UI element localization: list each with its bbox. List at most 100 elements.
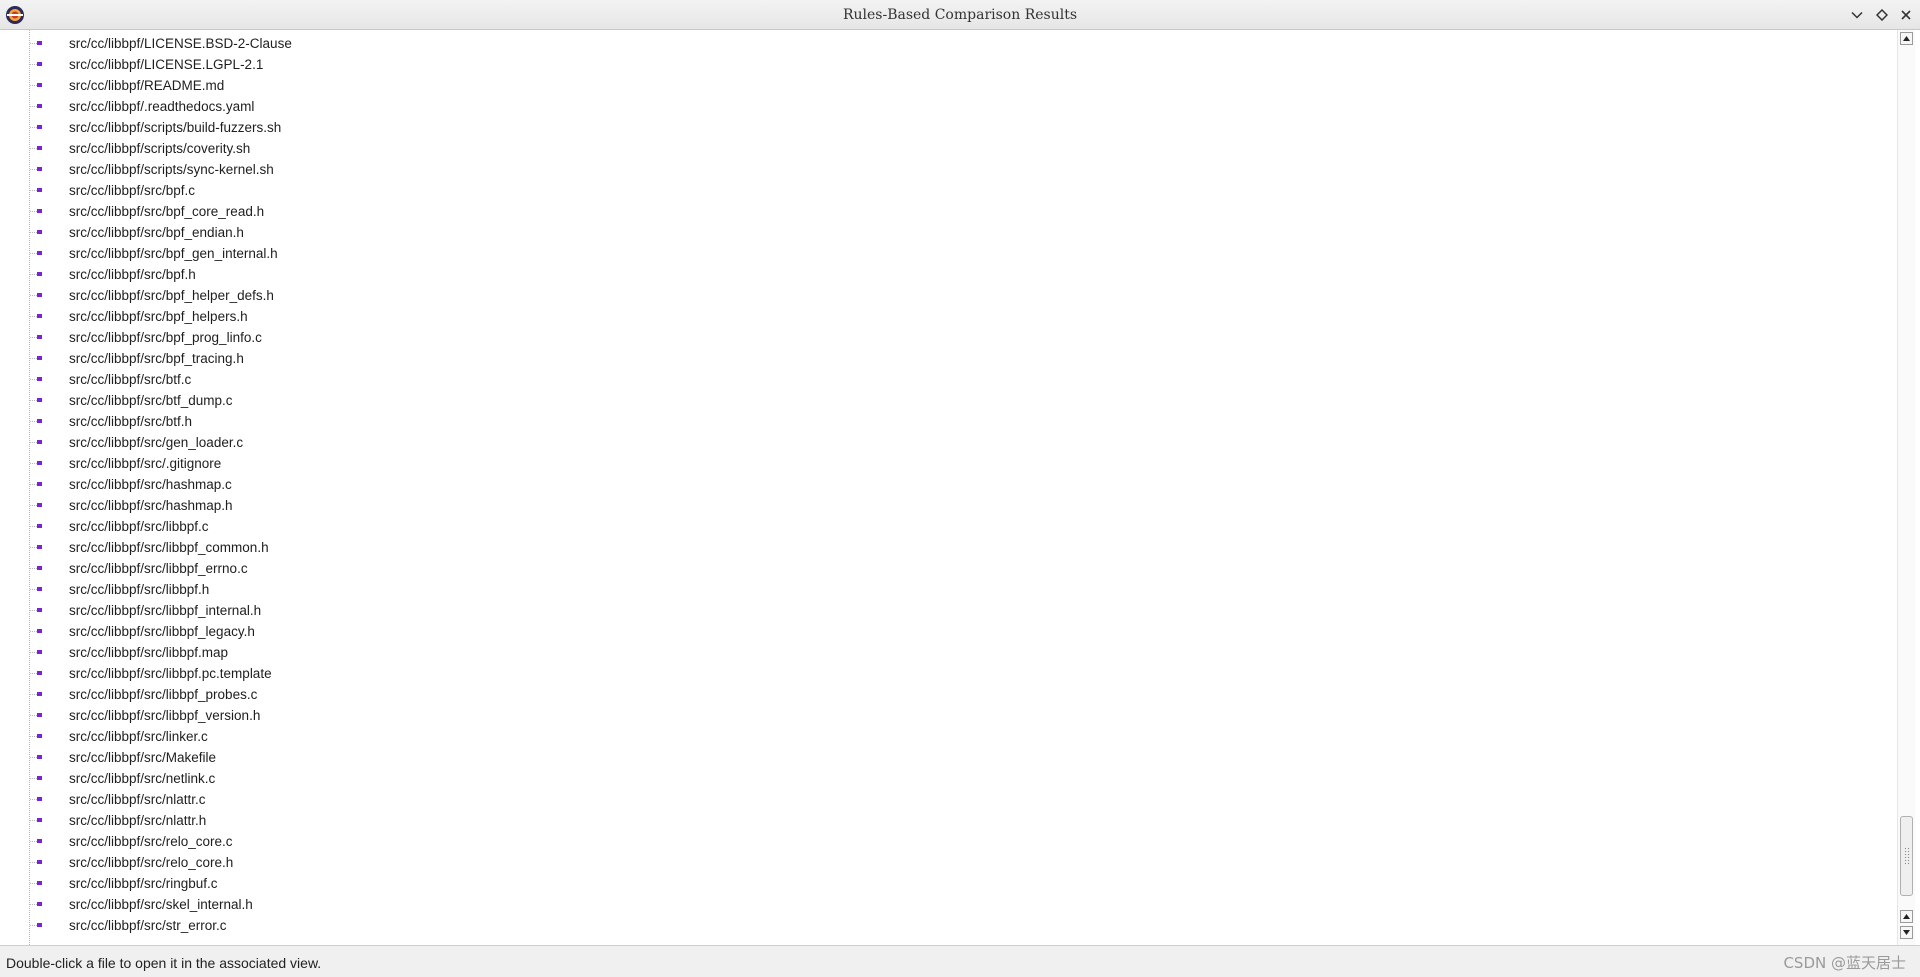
list-item[interactable]: src/cc/libbpf/src/libbpf.map xyxy=(0,642,1880,663)
tree-branch-line xyxy=(30,190,37,191)
tree-branch-line xyxy=(30,379,37,380)
list-item[interactable]: src/cc/libbpf/src/hashmap.h xyxy=(0,495,1880,516)
list-item[interactable]: src/cc/libbpf/LICENSE.BSD-2-Clause xyxy=(0,33,1880,54)
list-item[interactable]: src/cc/libbpf/src/libbpf.c xyxy=(0,516,1880,537)
list-item[interactable]: src/cc/libbpf/LICENSE.LGPL-2.1 xyxy=(0,54,1880,75)
file-path-label: src/cc/libbpf/README.md xyxy=(69,78,225,93)
list-item[interactable]: src/cc/libbpf/src/.gitignore xyxy=(0,453,1880,474)
list-item[interactable]: src/cc/libbpf/src/linker.c xyxy=(0,726,1880,747)
list-item[interactable]: src/cc/libbpf/src/nlattr.c xyxy=(0,789,1880,810)
tree-branch-line xyxy=(30,925,37,926)
list-item[interactable]: src/cc/libbpf/src/libbpf_common.h xyxy=(0,537,1880,558)
file-path-label: src/cc/libbpf/src/libbpf_probes.c xyxy=(69,687,258,702)
list-item[interactable]: src/cc/libbpf/src/bpf.c xyxy=(0,180,1880,201)
status-message: Double-click a file to open it in the as… xyxy=(6,955,322,971)
file-path-label: src/cc/libbpf/src/netlink.c xyxy=(69,771,216,786)
file-path-label: src/cc/libbpf/scripts/coverity.sh xyxy=(69,141,251,156)
file-path-label: src/cc/libbpf/src/nlattr.h xyxy=(69,813,207,828)
file-icon xyxy=(37,923,42,927)
list-item[interactable]: src/cc/libbpf/src/libbpf_probes.c xyxy=(0,684,1880,705)
file-path-label: src/cc/libbpf/src/linker.c xyxy=(69,729,208,744)
file-icon xyxy=(37,251,42,255)
list-item[interactable]: src/cc/libbpf/src/netlink.c xyxy=(0,768,1880,789)
list-item[interactable]: src/cc/libbpf/src/libbpf.h xyxy=(0,579,1880,600)
list-item[interactable]: src/cc/libbpf/src/bpf.h xyxy=(0,264,1880,285)
file-path-label: src/cc/libbpf/src/skel_internal.h xyxy=(69,897,253,912)
list-item[interactable]: src/cc/libbpf/src/relo_core.h xyxy=(0,852,1880,873)
list-item[interactable]: src/cc/libbpf/src/libbpf.pc.template xyxy=(0,663,1880,684)
list-item[interactable]: src/cc/libbpf/scripts/build-fuzzers.sh xyxy=(0,117,1880,138)
list-item[interactable]: src/cc/libbpf/src/libbpf_version.h xyxy=(0,705,1880,726)
list-item[interactable]: src/cc/libbpf/src/hashmap.c xyxy=(0,474,1880,495)
list-item[interactable]: src/cc/libbpf/src/Makefile xyxy=(0,747,1880,768)
file-path-label: src/cc/libbpf/scripts/sync-kernel.sh xyxy=(69,162,274,177)
list-item[interactable]: src/cc/libbpf/src/nlattr.h xyxy=(0,810,1880,831)
scroll-up-button[interactable] xyxy=(1900,910,1913,923)
tree-branch-line xyxy=(30,862,37,863)
tree-branch-line xyxy=(30,463,37,464)
list-item[interactable]: src/cc/libbpf/src/bpf_prog_linfo.c xyxy=(0,327,1880,348)
file-icon xyxy=(37,62,42,66)
tree-branch-line xyxy=(30,127,37,128)
file-path-label: src/cc/libbpf/src/libbpf_version.h xyxy=(69,708,261,723)
close-icon[interactable] xyxy=(1896,5,1916,25)
list-item[interactable]: src/cc/libbpf/src/libbpf_internal.h xyxy=(0,600,1880,621)
list-item[interactable]: src/cc/libbpf/src/bpf_helpers.h xyxy=(0,306,1880,327)
list-item[interactable]: src/cc/libbpf/scripts/sync-kernel.sh xyxy=(0,159,1880,180)
tree-branch-line xyxy=(30,43,37,44)
file-icon xyxy=(37,83,42,87)
list-item[interactable]: src/cc/libbpf/src/ringbuf.c xyxy=(0,873,1880,894)
list-item[interactable]: src/cc/libbpf/src/bpf_tracing.h xyxy=(0,348,1880,369)
file-path-label: src/cc/libbpf/src/relo_core.c xyxy=(69,834,233,849)
file-icon xyxy=(37,503,42,507)
tree-branch-line xyxy=(30,400,37,401)
tree-branch-line xyxy=(30,253,37,254)
file-path-label: src/cc/libbpf/LICENSE.LGPL-2.1 xyxy=(69,57,264,72)
vertical-scrollbar[interactable] xyxy=(1897,30,1915,945)
tree-branch-line xyxy=(30,631,37,632)
list-item[interactable]: src/cc/libbpf/src/btf_dump.c xyxy=(0,390,1880,411)
chevron-down-icon[interactable] xyxy=(1847,5,1867,25)
file-path-label: src/cc/libbpf/src/bpf_core_read.h xyxy=(69,204,265,219)
file-icon xyxy=(37,860,42,864)
list-item[interactable]: src/cc/libbpf/src/btf.c xyxy=(0,369,1880,390)
tree-branch-line xyxy=(30,778,37,779)
file-icon xyxy=(37,146,42,150)
comparison-results-tree[interactable]: src/cc/libbpf/LICENSE.BSD-2-Clause src/cc… xyxy=(0,30,1920,945)
list-item[interactable]: src/cc/libbpf/src/skel_internal.h xyxy=(0,894,1880,915)
list-item[interactable]: src/cc/libbpf/src/relo_core.c xyxy=(0,831,1880,852)
file-path-label: src/cc/libbpf/src/hashmap.c xyxy=(69,477,232,492)
file-icon xyxy=(37,797,42,801)
list-item[interactable]: src/cc/libbpf/src/libbpf_legacy.h xyxy=(0,621,1880,642)
scroll-up-button[interactable] xyxy=(1900,32,1913,45)
file-icon xyxy=(37,902,42,906)
list-item[interactable]: src/cc/libbpf/src/btf.h xyxy=(0,411,1880,432)
tree-branch-line xyxy=(30,295,37,296)
tree-branch-line xyxy=(30,64,37,65)
list-item[interactable]: src/cc/libbpf/src/str_error.c xyxy=(0,915,1880,936)
list-item[interactable]: src/cc/libbpf/.readthedocs.yaml xyxy=(0,96,1880,117)
list-item[interactable]: src/cc/libbpf/src/libbpf_errno.c xyxy=(0,558,1880,579)
scroll-thumb[interactable] xyxy=(1900,816,1913,896)
restore-icon[interactable] xyxy=(1872,5,1892,25)
file-icon xyxy=(37,755,42,759)
file-icon xyxy=(37,545,42,549)
file-path-label: src/cc/libbpf/LICENSE.BSD-2-Clause xyxy=(69,36,292,51)
list-item[interactable]: src/cc/libbpf/src/bpf_core_read.h xyxy=(0,201,1880,222)
list-item[interactable]: src/cc/libbpf/src/bpf_helper_defs.h xyxy=(0,285,1880,306)
file-icon xyxy=(37,650,42,654)
list-item[interactable]: src/cc/libbpf/src/bpf_endian.h xyxy=(0,222,1880,243)
list-item[interactable]: src/cc/libbpf/src/bpf_gen_internal.h xyxy=(0,243,1880,264)
list-item[interactable]: src/cc/libbpf/src/gen_loader.c xyxy=(0,432,1880,453)
file-icon xyxy=(37,566,42,570)
file-icon xyxy=(37,839,42,843)
list-item[interactable]: src/cc/libbpf/README.md xyxy=(0,75,1880,96)
tree-branch-line xyxy=(30,883,37,884)
file-icon xyxy=(37,440,42,444)
file-path-label: src/cc/libbpf/.readthedocs.yaml xyxy=(69,99,255,114)
scroll-down-button[interactable] xyxy=(1900,926,1913,939)
file-icon xyxy=(37,41,42,45)
file-path-label: src/cc/libbpf/src/libbpf.h xyxy=(69,582,210,597)
list-item[interactable]: src/cc/libbpf/scripts/coverity.sh xyxy=(0,138,1880,159)
file-path-label: src/cc/libbpf/src/gen_loader.c xyxy=(69,435,244,450)
